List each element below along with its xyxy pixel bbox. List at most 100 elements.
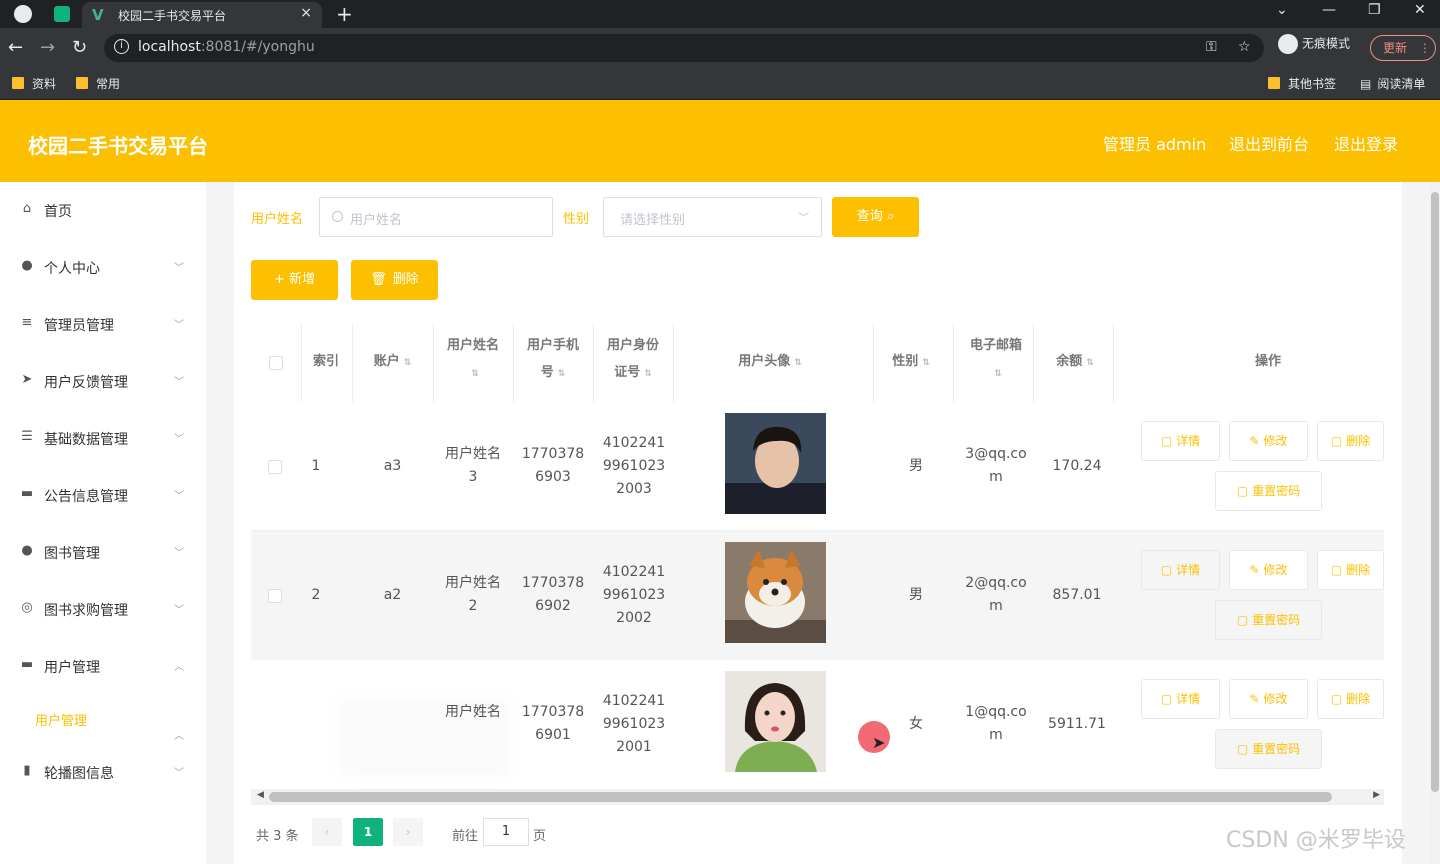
scrollbar-thumb[interactable] bbox=[1431, 192, 1439, 792]
select-all-checkbox[interactable] bbox=[269, 356, 283, 370]
restore-icon[interactable]: ❐ bbox=[1368, 2, 1381, 18]
name-search-input[interactable]: 用户姓名 bbox=[319, 197, 553, 237]
sidebar-item-notices[interactable]: ▬ 公告信息管理 ﹀ bbox=[0, 467, 206, 523]
window-close-icon[interactable]: ✕ bbox=[1414, 2, 1426, 18]
edit-button[interactable]: ✎ 修改 bbox=[1229, 679, 1308, 719]
header-gender[interactable]: 性别 ⇅ bbox=[876, 348, 946, 377]
cell-gender: 女 bbox=[909, 716, 923, 732]
scroll-left-icon[interactable]: ◀ bbox=[257, 790, 264, 800]
admin-label[interactable]: 管理员 admin bbox=[1103, 131, 1206, 155]
sort-icon[interactable]: ⇅ bbox=[404, 350, 412, 377]
sidebar-item-books[interactable]: ● 图书管理 ﹀ bbox=[0, 524, 206, 580]
gender-select[interactable]: 请选择性别 ﹀ bbox=[603, 197, 822, 237]
minimize-icon[interactable]: — bbox=[1322, 2, 1336, 18]
header-email[interactable]: 电子邮箱 ⇅ bbox=[964, 332, 1028, 388]
cell-email: 1@qq.com bbox=[965, 704, 1027, 743]
next-page-button[interactable]: › bbox=[393, 818, 423, 846]
url-input[interactable]: i localhost:8081/#/yonghu ⚿ ☆ bbox=[104, 34, 1264, 62]
sidebar-item-personal[interactable]: ● 个人中心 ﹀ bbox=[0, 239, 206, 295]
sidebar-item-feedback[interactable]: ➤ 用户反馈管理 ﹀ bbox=[0, 353, 206, 409]
tab-search-icon[interactable]: ⌄ bbox=[1276, 2, 1288, 18]
detail-button[interactable]: ▢ 详情 bbox=[1141, 550, 1220, 590]
header-avatar[interactable]: 用户头像 ⇅ bbox=[700, 348, 840, 377]
header-phone[interactable]: 用户手机号 ⇅ bbox=[521, 332, 585, 388]
detail-button[interactable]: ▢ 详情 bbox=[1141, 679, 1220, 719]
detail-label: 详情 bbox=[1176, 563, 1201, 577]
browser-tab-bar: V 校园二手书交易平台 × + ⌄ — ❐ ✕ bbox=[0, 0, 1440, 28]
sidebar-item-basedata[interactable]: ☰ 基础数据管理 ﹀ bbox=[0, 410, 206, 466]
monitor-icon: ▬ bbox=[20, 657, 34, 672]
sort-icon[interactable]: ⇅ bbox=[644, 361, 652, 388]
reload-icon[interactable]: ↻ bbox=[72, 37, 87, 58]
scroll-right-icon[interactable]: ▶ bbox=[1373, 790, 1380, 800]
send-icon: ➤ bbox=[21, 372, 33, 387]
browser-tab[interactable]: V 校园二手书交易平台 × bbox=[82, 2, 322, 28]
reset-label: 重置密码 bbox=[1252, 484, 1301, 498]
doc-icon: ▢ bbox=[1236, 484, 1253, 498]
submenu-item-users[interactable]: 用户管理 bbox=[35, 710, 87, 729]
vertical-scrollbar[interactable] bbox=[1430, 182, 1440, 864]
sort-icon[interactable]: ⇅ bbox=[994, 361, 1002, 388]
batch-delete-button[interactable]: 🗑 删除 bbox=[351, 260, 438, 300]
app-favicon-icon[interactable] bbox=[54, 6, 70, 22]
prev-page-button[interactable]: ‹ bbox=[312, 818, 342, 846]
horizontal-scrollbar[interactable]: ◀ ▶ bbox=[251, 789, 1384, 805]
sidebar-item-users[interactable]: ▬ 用户管理 ︿ bbox=[0, 638, 206, 694]
forward-icon[interactable]: → bbox=[40, 37, 55, 58]
update-button[interactable]: 更新 ⋮ bbox=[1370, 35, 1436, 61]
delete-button[interactable]: ▢ 删除 bbox=[1317, 679, 1384, 719]
header-balance[interactable]: 余额 ⇅ bbox=[1040, 348, 1110, 377]
row-checkbox[interactable] bbox=[268, 460, 282, 474]
watermark: CSDN @米罗毕设 bbox=[1226, 828, 1406, 853]
scrollbar-thumb[interactable] bbox=[269, 792, 1332, 802]
site-info-icon[interactable]: i bbox=[114, 39, 129, 54]
back-icon[interactable]: ← bbox=[8, 37, 23, 58]
browser-logo-icon[interactable] bbox=[14, 5, 32, 23]
reset-password-button[interactable]: ▢ 重置密码 bbox=[1215, 471, 1322, 511]
cell-idcard: 410224199610232002 bbox=[602, 564, 666, 626]
query-button[interactable]: 查询 ⌕ bbox=[832, 197, 919, 237]
new-tab-button[interactable]: + bbox=[336, 2, 353, 26]
detail-button[interactable]: ▢ 详情 bbox=[1141, 421, 1220, 461]
edit-button[interactable]: ✎ 修改 bbox=[1229, 421, 1308, 461]
add-button[interactable]: + 新增 bbox=[251, 260, 338, 300]
user-icon: ● bbox=[21, 258, 33, 273]
delete-button[interactable]: ▢ 删除 bbox=[1317, 550, 1384, 590]
logout-link[interactable]: 退出登录 bbox=[1334, 131, 1398, 155]
star-icon[interactable]: ☆ bbox=[1238, 39, 1251, 55]
sidebar-item-admins[interactable]: ≡ 管理员管理 ﹀ bbox=[0, 296, 206, 352]
edit-icon: ✎ bbox=[1249, 434, 1264, 448]
exit-to-front-link[interactable]: 退出到前台 bbox=[1229, 131, 1309, 155]
sidebar-item-carousel[interactable]: ▮ 轮播图信息 ﹀ bbox=[0, 744, 206, 800]
other-bookmarks[interactable]: 其他书签 bbox=[1268, 75, 1336, 92]
tab-close-icon[interactable]: × bbox=[300, 5, 312, 21]
row-checkbox[interactable] bbox=[268, 589, 282, 603]
doc-icon: ▢ bbox=[1236, 613, 1253, 627]
reset-password-button[interactable]: ▢ 重置密码 bbox=[1215, 600, 1322, 640]
page-1-button[interactable]: 1 bbox=[353, 818, 383, 846]
cell-account: a3 bbox=[383, 458, 402, 474]
incognito-indicator[interactable]: 无痕模式 bbox=[1278, 34, 1350, 54]
sort-icon[interactable]: ⇅ bbox=[558, 361, 566, 388]
url-path: :8081/#/yonghu bbox=[200, 39, 315, 55]
cell-phone: 17703786901 bbox=[521, 704, 585, 743]
edit-button[interactable]: ✎ 修改 bbox=[1229, 550, 1308, 590]
delete-button[interactable]: ▢ 删除 bbox=[1317, 421, 1384, 461]
header-name[interactable]: 用户姓名 ⇅ bbox=[441, 332, 505, 388]
sort-icon[interactable]: ⇅ bbox=[471, 361, 479, 388]
sort-icon[interactable]: ⇅ bbox=[794, 350, 802, 377]
cell-name: 用户姓名3 bbox=[445, 446, 501, 485]
sort-icon[interactable]: ⇅ bbox=[922, 350, 930, 377]
sort-icon[interactable]: ⇅ bbox=[1086, 350, 1094, 377]
header-idcard[interactable]: 用户身份证号 ⇅ bbox=[601, 332, 665, 388]
sidebar-item-home[interactable]: ⌂ 首页 bbox=[0, 182, 206, 238]
doc-icon: ▢ bbox=[1160, 563, 1177, 577]
key-icon[interactable]: ⚿ bbox=[1206, 39, 1217, 55]
reading-list[interactable]: ▤ 阅读清单 bbox=[1360, 75, 1425, 92]
goto-page-input[interactable]: 1 bbox=[483, 818, 529, 846]
reset-password-button[interactable]: ▢ 重置密码 bbox=[1215, 729, 1322, 769]
header-account[interactable]: 账户 ⇅ bbox=[352, 348, 433, 377]
bookmark-folder-2[interactable]: 常用 bbox=[76, 75, 120, 92]
bookmark-folder-1[interactable]: 资料 bbox=[12, 75, 56, 92]
sidebar-item-book-requests[interactable]: ◎ 图书求购管理 ﹀ bbox=[0, 581, 206, 637]
